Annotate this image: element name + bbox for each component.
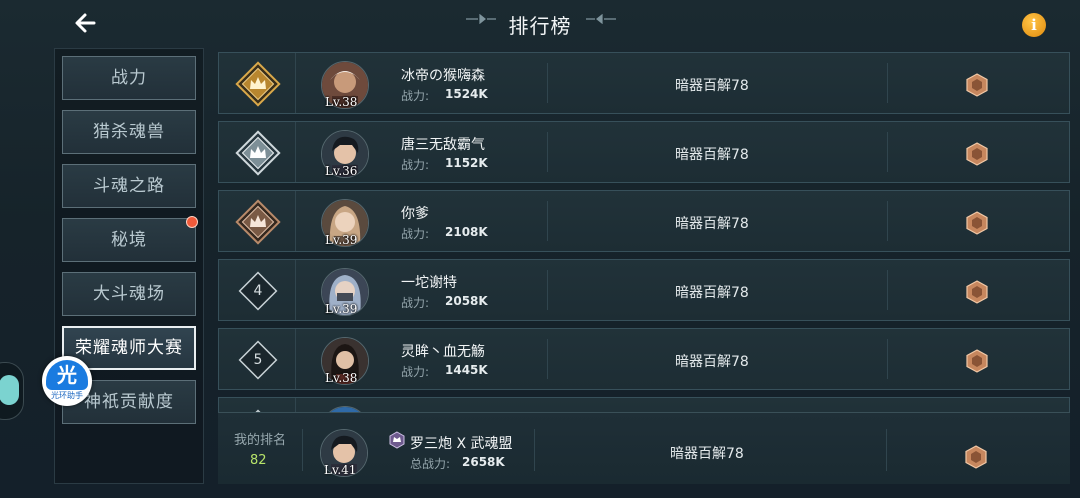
power-value: 1152K	[445, 156, 488, 170]
divider	[302, 429, 303, 471]
helper-app-badge[interactable]: 光 光环助手	[42, 356, 92, 406]
divider	[547, 270, 548, 310]
guild-name: 暗器百解78	[675, 285, 749, 301]
my-guild-name: 暗器百解78	[670, 446, 744, 462]
divider	[534, 429, 535, 471]
title-ornament-right-icon	[586, 14, 616, 24]
rank-cell: 4	[219, 260, 296, 320]
ranking-row[interactable]: 4 Lv.39 一坨谢特 战力: 2058K 暗器百解78	[218, 259, 1070, 321]
bronze-crown-rank-icon	[235, 199, 281, 245]
rank-cell	[219, 53, 296, 113]
divider	[547, 201, 548, 241]
rank-cell	[219, 122, 296, 182]
tab-power[interactable]: 战力	[62, 56, 196, 100]
info-icon[interactable]: i	[1022, 13, 1046, 37]
divider	[887, 201, 888, 241]
my-rank-value: 82	[250, 453, 267, 468]
helper-badge-char: 光	[46, 360, 88, 390]
player-name: 一坨谢特	[401, 275, 457, 291]
rank-cell: 5	[219, 329, 296, 389]
hexagon-emblem-icon[interactable]	[965, 142, 989, 166]
player-name: 唐三无敌霸气	[401, 137, 485, 153]
tab-grand-arena[interactable]: 大斗魂场	[62, 272, 196, 316]
player-name: 冰帝の猴嗨森	[401, 68, 485, 84]
my-level: Lv.41	[324, 463, 357, 477]
tab-soul-beast-hunt[interactable]: 猎杀魂兽	[62, 110, 196, 154]
guild-name: 暗器百解78	[675, 354, 749, 370]
player-level: Lv.38	[325, 95, 358, 109]
my-power-value: 2658K	[462, 455, 505, 469]
player-level: Lv.38	[325, 371, 358, 385]
power-value: 2058K	[445, 294, 488, 308]
guild-name: 暗器百解78	[675, 216, 749, 232]
power-label: 战力:	[401, 158, 430, 172]
player-level: Lv.39	[325, 233, 358, 247]
ranking-row[interactable]: 5 Lv.38 灵眸丶血无觞 战力: 1445K 暗器百解78	[218, 328, 1070, 390]
my-power-label: 总战力:	[410, 457, 451, 471]
tab-secret-realm[interactable]: 秘境	[62, 218, 196, 262]
assistant-face-icon	[0, 375, 19, 405]
hexagon-emblem-icon[interactable]	[965, 349, 989, 373]
divider	[887, 339, 888, 379]
player-level: Lv.36	[325, 164, 358, 178]
helper-badge-text: 光环助手	[51, 391, 83, 400]
divider	[887, 63, 888, 103]
divider	[547, 63, 548, 103]
divider	[547, 132, 548, 172]
gold-crown-rank-icon	[235, 61, 281, 107]
guild-name: 暗器百解78	[675, 78, 749, 94]
ranking-row[interactable]: Lv.36 唐三无敌霸气 战力: 1152K 暗器百解78	[218, 121, 1070, 183]
notification-dot	[186, 216, 198, 228]
player-level: Lv.39	[325, 302, 358, 316]
divider	[887, 132, 888, 172]
floating-assistant-widget[interactable]	[0, 362, 24, 420]
page-title: 排行榜	[508, 14, 572, 38]
ranking-row[interactable]: Lv.39 你爹 战力: 2108K 暗器百解78	[218, 190, 1070, 252]
tab-soul-road[interactable]: 斗魂之路	[62, 164, 196, 208]
power-label: 战力:	[401, 227, 430, 241]
divider	[886, 429, 887, 471]
header: 排行榜	[0, 10, 1080, 39]
my-rank-label: 我的排名	[234, 433, 287, 448]
divider	[887, 270, 888, 310]
power-value: 2108K	[445, 225, 488, 239]
rank-number: 5	[253, 352, 263, 368]
power-label: 战力:	[401, 296, 430, 310]
hexagon-emblem-icon[interactable]	[965, 211, 989, 235]
player-name: 灵眸丶血无觞	[401, 344, 485, 360]
ranking-row[interactable]: Lv.38 冰帝の猴嗨森 战力: 1524K 暗器百解78	[218, 52, 1070, 114]
rank-cell	[219, 191, 296, 251]
rank-tier-icon	[389, 431, 405, 449]
power-label: 战力:	[401, 365, 430, 379]
guild-name: 暗器百解78	[675, 147, 749, 163]
rank-number: 4	[253, 283, 263, 299]
hexagon-emblem-icon[interactable]	[965, 280, 989, 304]
silver-crown-rank-icon	[235, 130, 281, 176]
player-name: 你爹	[401, 206, 429, 222]
hexagon-emblem-icon[interactable]	[965, 73, 989, 97]
my-player-name: 罗三炮 X 武魂盟	[410, 436, 513, 452]
divider	[547, 339, 548, 379]
hexagon-emblem-icon[interactable]	[964, 445, 988, 469]
my-rank-bar: 我的排名 82 Lv.41 罗三炮 X 武魂盟 总战力: 2658K 暗器百解7…	[218, 412, 1070, 484]
power-value: 1445K	[445, 363, 488, 377]
power-label: 战力:	[401, 89, 430, 103]
power-value: 1524K	[445, 87, 488, 101]
